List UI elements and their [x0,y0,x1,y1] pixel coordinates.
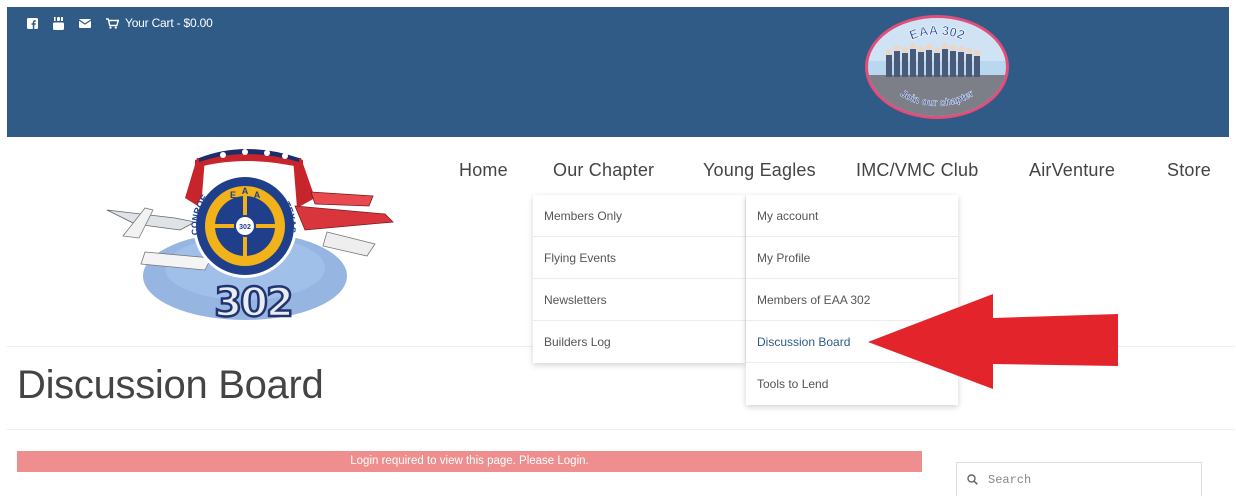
eaa-302-logo[interactable]: 302 E A A CONROE TEXAS 302 [105,148,395,326]
social-links: Your Cart - $0.00 [27,16,213,30]
logo-letter-a2: A [254,190,261,200]
menu-item-members-only[interactable]: Members Only [533,195,745,237]
login-required-alert: Login required to view this page. Please… [17,451,922,472]
annotation-arrow [868,294,1118,389]
cart-icon [106,17,119,29]
nav-young-eagles[interactable]: Young Eagles [703,160,816,190]
nav-airventure[interactable]: AirVenture [1029,160,1115,190]
menu-item-my-account[interactable]: My account [746,195,958,237]
cart-label: Your Cart - $0.00 [125,16,213,30]
title-divider [7,429,1235,430]
logo-letter-e: E [230,190,236,200]
logo-center-number: 302 [239,224,251,231]
logo-letter-a1: A [242,186,249,196]
join-chapter-badge[interactable]: EAA 302 Join our chapter [864,15,1010,119]
search-icon [967,474,978,485]
our-chapter-dropdown: Members Only Flying Events Newsletters B… [533,195,745,363]
menu-item-newsletters[interactable]: Newsletters [533,279,745,321]
nav-our-chapter[interactable]: Our Chapter [553,160,654,190]
logo-number: 302 [214,280,292,326]
nav-imc-vmc-club[interactable]: IMC/VMC Club [856,160,978,190]
menu-item-builders-log[interactable]: Builders Log [533,321,745,363]
search-input[interactable] [988,472,1178,487]
cart-link[interactable]: Your Cart - $0.00 [106,16,213,30]
menu-item-my-profile[interactable]: My Profile [746,237,958,279]
envelope-icon[interactable] [79,16,91,30]
facebook-icon[interactable] [27,16,38,30]
nav-store[interactable]: Store [1167,160,1211,190]
nav-home[interactable]: Home [459,160,508,190]
page-title: Discussion Board [17,363,324,407]
search-box [956,462,1202,496]
menu-item-flying-events[interactable]: Flying Events [533,237,745,279]
youtube-icon[interactable] [53,16,64,30]
top-bar: Your Cart - $0.00 [7,7,1229,137]
